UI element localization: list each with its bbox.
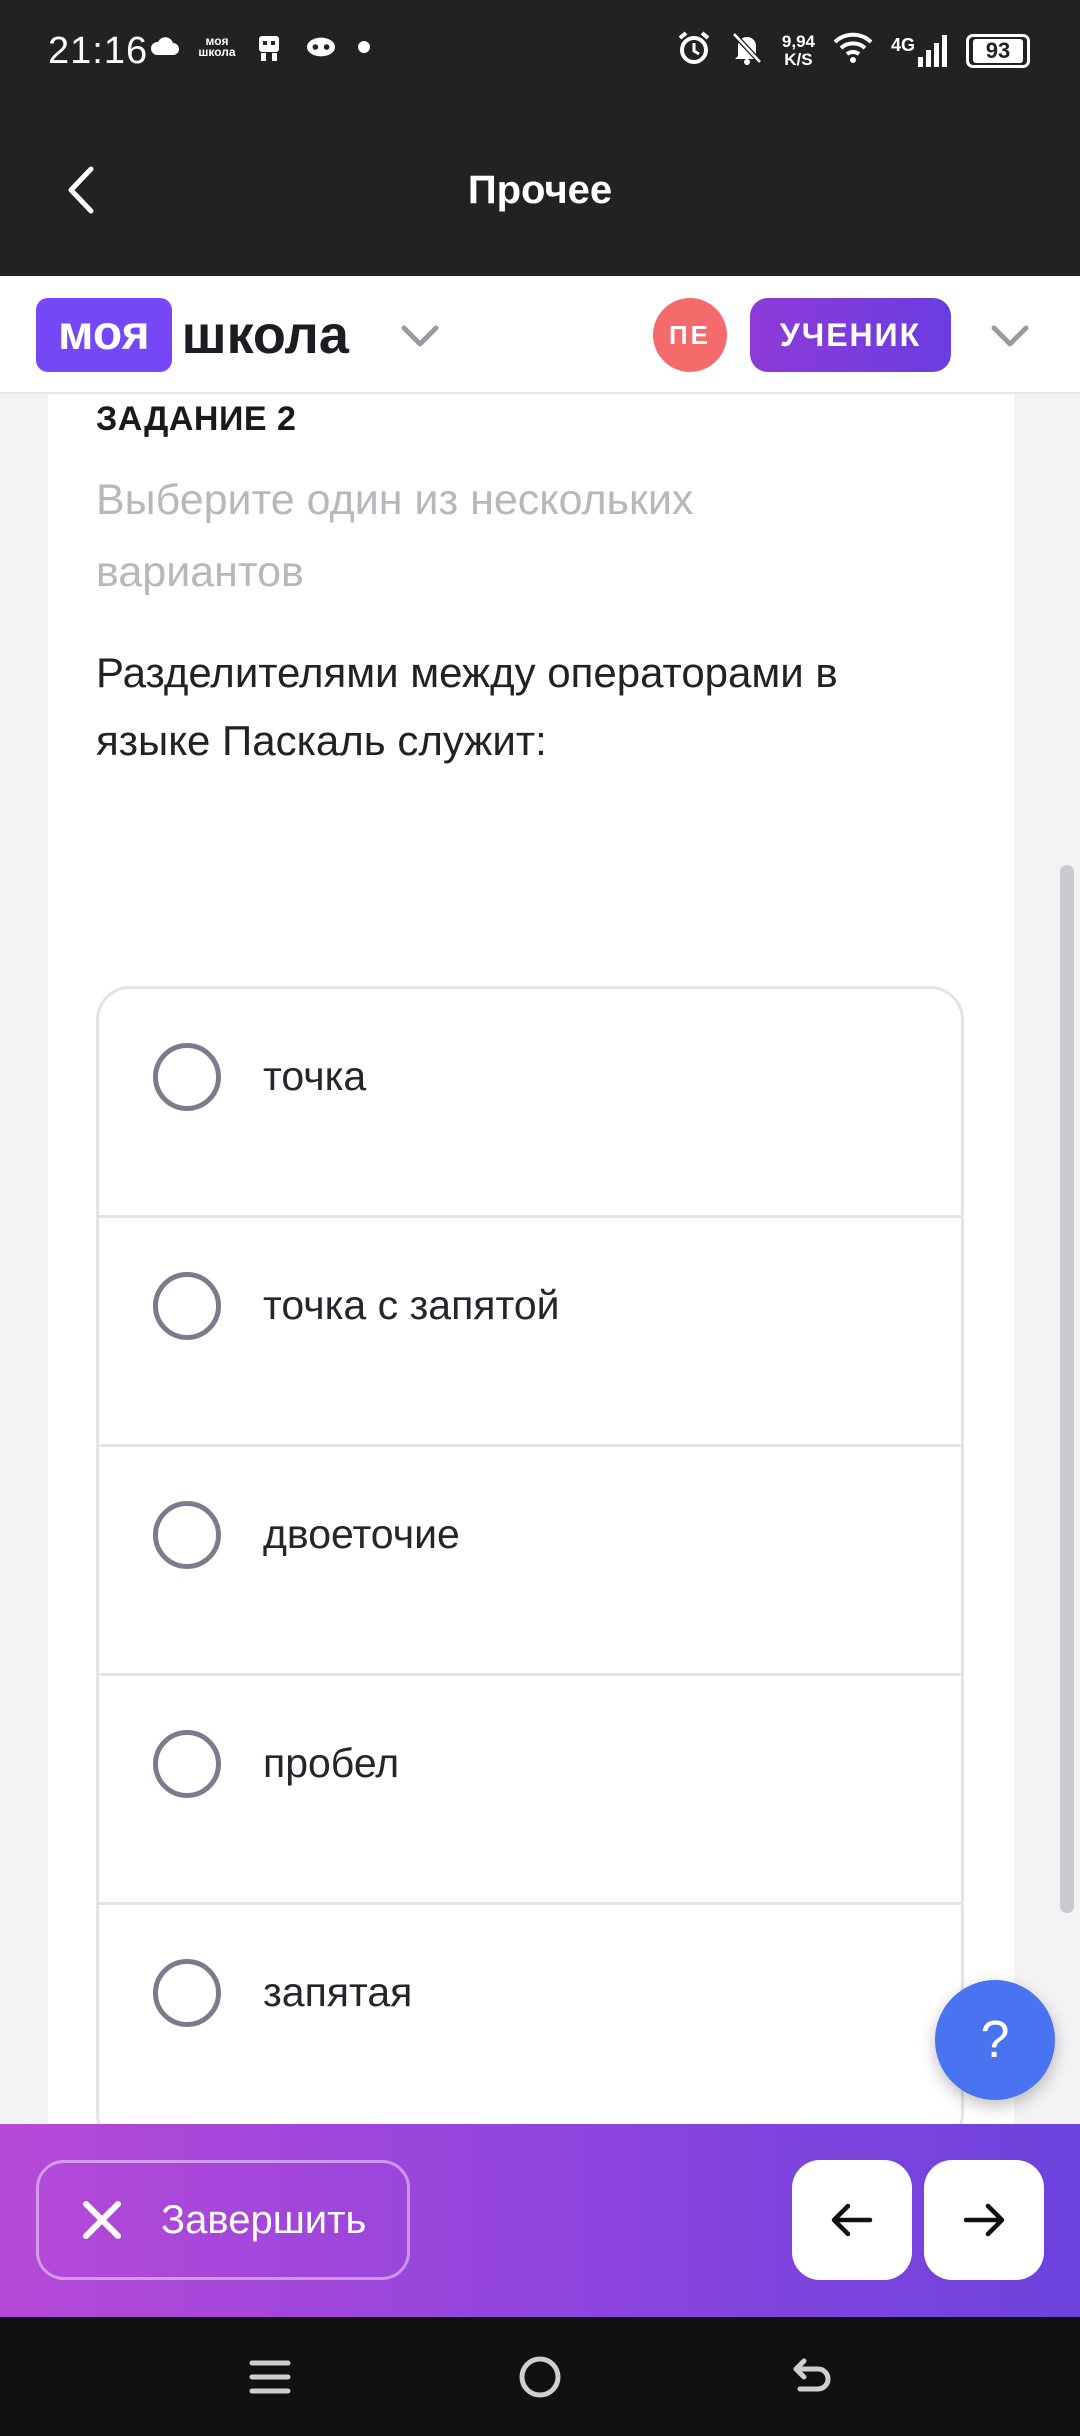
radio-button[interactable]	[153, 1959, 221, 2027]
robot-icon	[254, 32, 284, 62]
notification-icons: моя школа	[150, 32, 370, 62]
role-badge[interactable]: УЧЕНИК	[750, 298, 951, 372]
network-speed-value: 9,94	[781, 31, 815, 51]
answer-option[interactable]: пробел	[99, 1676, 961, 1905]
wifi-icon	[833, 32, 873, 69]
arrow-left-icon	[831, 2203, 873, 2237]
network-speed-unit: K/S	[784, 49, 813, 69]
logo-text: школа	[181, 305, 349, 365]
task-instruction: Выберите один из нескольких вариантов	[96, 476, 694, 596]
arrow-right-icon	[963, 2203, 1005, 2237]
home-button[interactable]	[508, 2345, 572, 2409]
system-navigation-bar	[0, 2317, 1080, 2436]
app-header: моя школа ПЕ УЧЕНИК	[0, 276, 1080, 394]
answer-option[interactable]: запятая	[99, 1905, 961, 2145]
profile-chevron-down-icon[interactable]	[988, 316, 1032, 356]
dot-icon	[358, 41, 370, 53]
logo-box: моя	[36, 298, 172, 372]
finish-button-label: Завершить	[161, 2197, 367, 2242]
system-status-icons: 9,94 K/S 4G 93	[676, 30, 1030, 71]
bottom-action-bar: Завершить	[0, 2124, 1080, 2317]
avatar[interactable]: ПЕ	[653, 298, 727, 372]
task-label: ЗАДАНИЕ 2	[96, 400, 297, 438]
home-circle-icon	[519, 2356, 561, 2398]
help-button[interactable]: ?	[935, 1980, 1055, 2100]
moya-shkola-app-icon: моя школа	[198, 34, 236, 59]
answer-option-label: двоеточие	[263, 1511, 460, 1557]
battery-level: 93	[973, 38, 1023, 63]
answer-option[interactable]: двоеточие	[99, 1447, 961, 1676]
radio-button[interactable]	[153, 1501, 221, 1569]
bell-muted-icon	[730, 30, 764, 71]
task-card: ЗАДАНИЕ 2 Выберите один из нескольких ва…	[48, 394, 1014, 2148]
status-bar: 21:16 моя школа 9,94 K/S 4G 93	[0, 0, 1080, 110]
menu-icon	[249, 2360, 291, 2394]
answer-option[interactable]: точка	[99, 989, 961, 1218]
scrollbar[interactable]	[1060, 865, 1074, 1913]
status-time: 21:16	[48, 30, 149, 72]
radio-button[interactable]	[153, 1272, 221, 1340]
finish-button[interactable]: Завершить	[36, 2160, 410, 2280]
page-title: Прочее	[467, 168, 613, 212]
cloud-icon	[150, 32, 180, 62]
alarm-icon	[676, 30, 712, 71]
answer-option-label: запятая	[263, 1969, 413, 2015]
system-back-button[interactable]	[778, 2345, 842, 2409]
network-speed: 9,94 K/S	[781, 31, 815, 69]
cellular-signal-icon: 4G	[890, 34, 948, 67]
battery-icon: 93	[966, 33, 1030, 68]
previous-task-button[interactable]	[792, 2160, 912, 2280]
recent-apps-button[interactable]	[238, 2345, 302, 2409]
close-icon	[57, 2175, 147, 2265]
next-task-button[interactable]	[924, 2160, 1044, 2280]
answer-option-label: пробел	[263, 1740, 400, 1786]
back-arrow-icon	[793, 2358, 831, 2392]
radio-button[interactable]	[153, 1043, 221, 1111]
app-menu-chevron-down-icon[interactable]	[398, 316, 442, 356]
answer-option-label: точка с запятой	[263, 1282, 560, 1328]
task-question: Разделителями между операторами в языке …	[96, 649, 838, 764]
answer-options: точка точка с запятой двоеточие пробел з…	[96, 986, 964, 2148]
gamepad-icon	[306, 32, 336, 62]
answer-option-label: точка	[263, 1053, 367, 1099]
network-type: 4G	[890, 34, 915, 55]
title-bar: Прочее	[0, 110, 1080, 276]
app-logo[interactable]: моя школа	[36, 298, 349, 372]
answer-option[interactable]: точка с запятой	[99, 1218, 961, 1447]
radio-button[interactable]	[153, 1730, 221, 1798]
